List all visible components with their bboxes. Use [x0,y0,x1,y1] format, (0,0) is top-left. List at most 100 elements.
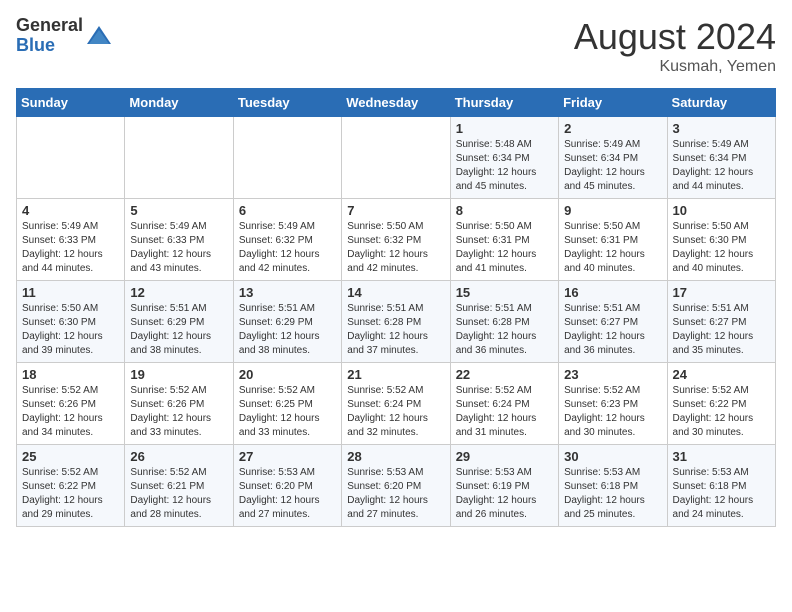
day-info: Sunrise: 5:53 AM Sunset: 6:20 PM Dayligh… [239,466,336,522]
day-info: Sunrise: 5:50 AM Sunset: 6:31 PM Dayligh… [564,220,661,276]
day-number: 22 [456,367,553,382]
day-number: 5 [130,203,227,218]
day-info: Sunrise: 5:49 AM Sunset: 6:33 PM Dayligh… [130,220,227,276]
day-number: 30 [564,449,661,464]
day-number: 26 [130,449,227,464]
calendar-cell: 10Sunrise: 5:50 AM Sunset: 6:30 PM Dayli… [667,199,775,281]
day-info: Sunrise: 5:51 AM Sunset: 6:27 PM Dayligh… [673,302,770,358]
calendar-week-row: 11Sunrise: 5:50 AM Sunset: 6:30 PM Dayli… [17,281,776,363]
day-number: 19 [130,367,227,382]
day-number: 24 [673,367,770,382]
calendar-cell: 15 Sunrise: 5:51 AM Sunset: 6:28 PM Dayli… [450,281,558,363]
location-title: Kusmah, Yemen [574,58,776,76]
weekday-header-wednesday: Wednesday [342,89,450,117]
day-number: 6 [239,203,336,218]
day-info: Sunrise: 5:53 AM Sunset: 6:19 PM Dayligh… [456,466,553,522]
calendar-cell: 31 Sunrise: 5:53 AM Sunset: 6:18 PM Dayli… [667,445,775,527]
day-number: 28 [347,449,444,464]
day-number: 16 [564,285,661,300]
calendar-cell: 23 Sunrise: 5:52 AM Sunset: 6:23 PM Dayli… [559,363,667,445]
calendar-cell: 7 Sunrise: 5:50 AM Sunset: 6:32 PM Daylig… [342,199,450,281]
month-title: August 2024 [574,16,776,58]
calendar-cell: 22 Sunrise: 5:52 AM Sunset: 6:24 PM Dayli… [450,363,558,445]
calendar-cell: 2Sunrise: 5:49 AM Sunset: 6:34 PM Daylig… [559,117,667,199]
calendar-cell: 28 Sunrise: 5:53 AM Sunset: 6:20 PM Dayli… [342,445,450,527]
day-info: Sunrise: 5:53 AM Sunset: 6:20 PM Dayligh… [347,466,444,522]
day-number: 8 [456,203,553,218]
calendar-cell: 29 Sunrise: 5:53 AM Sunset: 6:19 PM Dayli… [450,445,558,527]
logo-general-text: General [16,16,83,36]
day-number: 13 [239,285,336,300]
day-number: 25 [22,449,119,464]
day-info: Sunrise: 5:49 AM Sunset: 6:32 PM Dayligh… [239,220,336,276]
day-number: 3 [673,121,770,136]
calendar-cell: 24 Sunrise: 5:52 AM Sunset: 6:22 PM Dayli… [667,363,775,445]
day-info: Sunrise: 5:48 AM Sunset: 6:34 PM Dayligh… [456,138,553,194]
day-number: 4 [22,203,119,218]
calendar-cell: 12 Sunrise: 5:51 AM Sunset: 6:29 PM Dayli… [125,281,233,363]
weekday-header-tuesday: Tuesday [233,89,341,117]
day-number: 23 [564,367,661,382]
calendar-week-row: 4 Sunrise: 5:49 AM Sunset: 6:33 PM Daylig… [17,199,776,281]
calendar-cell: 17Sunrise: 5:51 AM Sunset: 6:27 PM Dayli… [667,281,775,363]
calendar-cell: 27 Sunrise: 5:53 AM Sunset: 6:20 PM Dayli… [233,445,341,527]
day-info: Sunrise: 5:52 AM Sunset: 6:24 PM Dayligh… [347,384,444,440]
day-number: 14 [347,285,444,300]
calendar-cell: 6 Sunrise: 5:49 AM Sunset: 6:32 PM Daylig… [233,199,341,281]
day-number: 12 [130,285,227,300]
calendar-cell: 30 Sunrise: 5:53 AM Sunset: 6:18 PM Dayli… [559,445,667,527]
weekday-header-saturday: Saturday [667,89,775,117]
day-info: Sunrise: 5:52 AM Sunset: 6:24 PM Dayligh… [456,384,553,440]
day-number: 9 [564,203,661,218]
calendar-week-row: 1Sunrise: 5:48 AM Sunset: 6:34 PM Daylig… [17,117,776,199]
day-info: Sunrise: 5:50 AM Sunset: 6:32 PM Dayligh… [347,220,444,276]
calendar-cell: 1Sunrise: 5:48 AM Sunset: 6:34 PM Daylig… [450,117,558,199]
day-info: Sunrise: 5:52 AM Sunset: 6:26 PM Dayligh… [130,384,227,440]
page-header: General Blue August 2024 Kusmah, Yemen [16,16,776,76]
calendar-cell: 4Sunrise: 5:49 AM Sunset: 6:33 PM Daylig… [17,199,125,281]
calendar-week-row: 18 Sunrise: 5:52 AM Sunset: 6:26 PM Dayli… [17,363,776,445]
day-info: Sunrise: 5:49 AM Sunset: 6:34 PM Dayligh… [673,138,770,194]
day-number: 10 [673,203,770,218]
day-info: Sunrise: 5:51 AM Sunset: 6:29 PM Dayligh… [239,302,336,358]
calendar-cell [233,117,341,199]
calendar-cell [125,117,233,199]
day-info: Sunrise: 5:50 AM Sunset: 6:30 PM Dayligh… [22,302,119,358]
day-number: 7 [347,203,444,218]
calendar-cell: 11Sunrise: 5:50 AM Sunset: 6:30 PM Dayli… [17,281,125,363]
calendar-cell: 3 Sunrise: 5:49 AM Sunset: 6:34 PM Daylig… [667,117,775,199]
day-number: 21 [347,367,444,382]
calendar-cell: 16 Sunrise: 5:51 AM Sunset: 6:27 PM Dayli… [559,281,667,363]
day-info: Sunrise: 5:51 AM Sunset: 6:29 PM Dayligh… [130,302,227,358]
calendar-cell: 21 Sunrise: 5:52 AM Sunset: 6:24 PM Dayli… [342,363,450,445]
day-number: 31 [673,449,770,464]
day-number: 20 [239,367,336,382]
calendar-cell [342,117,450,199]
day-number: 29 [456,449,553,464]
day-info: Sunrise: 5:51 AM Sunset: 6:28 PM Dayligh… [456,302,553,358]
weekday-header-sunday: Sunday [17,89,125,117]
day-info: Sunrise: 5:50 AM Sunset: 6:31 PM Dayligh… [456,220,553,276]
day-info: Sunrise: 5:53 AM Sunset: 6:18 PM Dayligh… [673,466,770,522]
day-info: Sunrise: 5:52 AM Sunset: 6:22 PM Dayligh… [673,384,770,440]
day-number: 2 [564,121,661,136]
calendar-cell: 26Sunrise: 5:52 AM Sunset: 6:21 PM Dayli… [125,445,233,527]
day-number: 18 [22,367,119,382]
logo-blue-text: Blue [16,36,83,56]
calendar-cell: 25Sunrise: 5:52 AM Sunset: 6:22 PM Dayli… [17,445,125,527]
calendar-week-row: 25Sunrise: 5:52 AM Sunset: 6:22 PM Dayli… [17,445,776,527]
day-number: 15 [456,285,553,300]
day-info: Sunrise: 5:52 AM Sunset: 6:26 PM Dayligh… [22,384,119,440]
logo: General Blue [16,16,113,56]
weekday-header-monday: Monday [125,89,233,117]
calendar-cell: 14 Sunrise: 5:51 AM Sunset: 6:28 PM Dayli… [342,281,450,363]
weekday-header-friday: Friday [559,89,667,117]
calendar-cell: 19 Sunrise: 5:52 AM Sunset: 6:26 PM Dayli… [125,363,233,445]
day-info: Sunrise: 5:51 AM Sunset: 6:27 PM Dayligh… [564,302,661,358]
day-info: Sunrise: 5:52 AM Sunset: 6:25 PM Dayligh… [239,384,336,440]
day-info: Sunrise: 5:51 AM Sunset: 6:28 PM Dayligh… [347,302,444,358]
calendar-cell [17,117,125,199]
day-number: 27 [239,449,336,464]
day-info: Sunrise: 5:52 AM Sunset: 6:23 PM Dayligh… [564,384,661,440]
day-info: Sunrise: 5:53 AM Sunset: 6:18 PM Dayligh… [564,466,661,522]
